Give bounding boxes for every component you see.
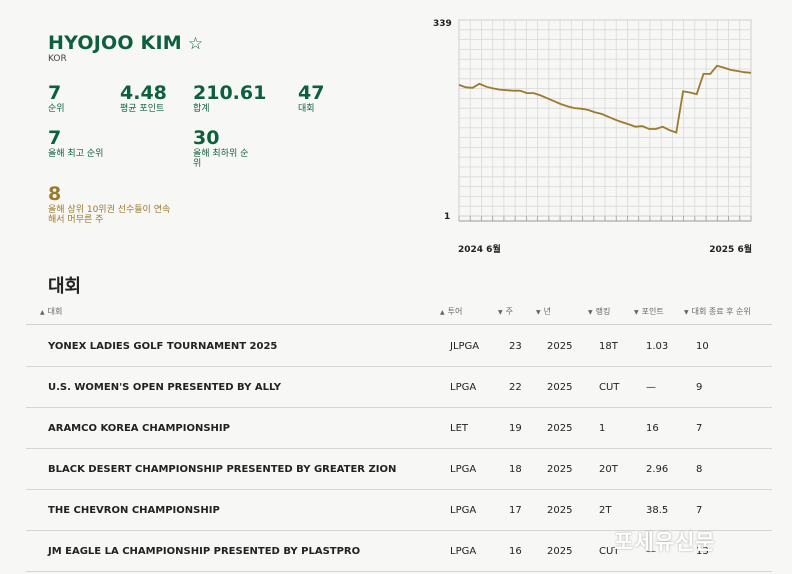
header-tournament[interactable]: ▲ 대회 — [40, 306, 62, 317]
cell-week: 16 — [509, 546, 522, 557]
cell-week: 22 — [509, 382, 522, 393]
cell-tournament: U.S. WOMEN'S OPEN PRESENTED BY ALLY — [48, 382, 282, 393]
cell-week: 18 — [509, 464, 522, 475]
stat-best-rank-label: 올해 최고 순위 — [48, 149, 104, 159]
table-row[interactable]: ARAMCO KOREA CHAMPIONSHIP LET 19 2025 1 16 7 — [26, 408, 772, 449]
stat-avg-points: 4.48 평균 포인트 — [120, 82, 167, 114]
header-week-label: 주 — [505, 307, 513, 316]
cell-tour: LPGA — [450, 505, 477, 516]
player-name-text: HYOJOO KIM — [48, 32, 182, 54]
stat-avg-points-value: 4.48 — [120, 82, 167, 104]
header-tournament-label: 대회 — [47, 307, 63, 316]
cell-ranking: CUT — [599, 382, 620, 393]
cell-tour: LPGA — [450, 382, 477, 393]
cell-week: 17 — [509, 505, 522, 516]
stat-rank-value: 7 — [48, 82, 62, 104]
table-header: ▲ 대회 ▲ 투어 ▼ 주 ▼ 년 ▼ 랭킹 ▼ 포인트 ▼ 대회 종료 후 순위 — [26, 302, 772, 325]
cell-week: 19 — [509, 423, 522, 434]
y-axis-bottom-label: 1 — [444, 212, 450, 222]
cell-ranking: 18T — [599, 341, 618, 352]
header-tour-label: 투어 — [447, 307, 463, 316]
header-tour[interactable]: ▲ 투어 — [440, 306, 462, 317]
cell-tour: LPGA — [450, 546, 477, 557]
stat-worst-rank: 30 올해 최하위 순위 — [193, 127, 249, 169]
cell-rank-after: 8 — [696, 464, 703, 475]
stat-top10-weeks-label: 올해 상위 10위권 선수들이 연속해서 머무른 주 — [48, 205, 171, 225]
cell-ranking: 1 — [599, 423, 606, 434]
header-rank-after[interactable]: ▼ 대회 종료 후 순위 — [684, 306, 751, 317]
cell-ranking: 2T — [599, 505, 612, 516]
stat-total: 210.61 합계 — [193, 82, 266, 114]
stat-events: 47 대회 — [298, 82, 324, 114]
cell-year: 2025 — [547, 341, 573, 352]
header-week[interactable]: ▼ 주 — [498, 306, 513, 317]
cell-tour: JLPGA — [450, 341, 480, 352]
cell-week: 23 — [509, 341, 522, 352]
cell-tour: LET — [450, 423, 468, 434]
player-country: KOR — [48, 54, 67, 64]
cell-points: 16 — [646, 423, 659, 434]
cell-tournament: BLACK DESERT CHAMPIONSHIP PRESENTED BY G… — [48, 464, 397, 475]
stat-best-rank-value: 7 — [48, 127, 62, 149]
table-row[interactable]: BLACK DESERT CHAMPIONSHIP PRESENTED BY G… — [26, 449, 772, 490]
stat-total-value: 210.61 — [193, 82, 267, 104]
stat-rank-label: 순위 — [48, 104, 65, 114]
stat-best-rank: 7 올해 최고 순위 — [48, 127, 108, 159]
cell-rank-after: 10 — [696, 341, 709, 352]
stat-top10-weeks-value: 8 — [48, 183, 62, 205]
cell-rank-after: 9 — [696, 382, 703, 393]
cell-ranking: 20T — [599, 464, 618, 475]
stat-rank: 7 순위 — [48, 82, 65, 114]
cell-rank-after: 7 — [696, 505, 703, 516]
cell-year: 2025 — [547, 382, 573, 393]
cell-tournament: JM EAGLE LA CHAMPIONSHIP PRESENTED BY PL… — [48, 546, 361, 557]
cell-points: — — [646, 382, 656, 393]
stat-events-label: 대회 — [298, 104, 315, 114]
cell-year: 2025 — [547, 546, 573, 557]
stat-worst-rank-value: 30 — [193, 127, 220, 149]
stat-avg-points-label: 평균 포인트 — [120, 104, 165, 114]
cell-tournament: YONEX LADIES GOLF TOURNAMENT 2025 — [48, 341, 278, 352]
header-points-label: 포인트 — [641, 307, 664, 316]
header-year[interactable]: ▼ 년 — [536, 306, 551, 317]
table-row[interactable]: YONEX LADIES GOLF TOURNAMENT 2025 JLPGA 23… — [26, 326, 772, 367]
stat-events-value: 47 — [298, 82, 325, 104]
cell-tournament: THE CHEVRON CHAMPIONSHIP — [48, 505, 220, 516]
y-axis-top-label: 339 — [433, 19, 452, 29]
chart-grid — [458, 19, 752, 222]
cell-year: 2025 — [547, 464, 573, 475]
header-ranking[interactable]: ▼ 랭킹 — [588, 306, 610, 317]
stat-total-label: 합계 — [193, 104, 210, 114]
x-axis-end-label: 2025 6월 — [709, 243, 752, 255]
tournaments-section-title: 대회 — [48, 276, 82, 297]
player-name: HYOJOO KIM ☆ — [48, 32, 203, 54]
cell-tour: LPGA — [450, 464, 477, 475]
x-axis-start-label: 2024 6월 — [458, 243, 501, 255]
cell-points: 2.96 — [646, 464, 669, 475]
cell-year: 2025 — [547, 423, 573, 434]
stat-worst-rank-label: 올해 최하위 순위 — [193, 149, 249, 169]
cell-points: 1.03 — [646, 341, 669, 352]
header-rank-after-label: 대회 종료 후 순위 — [691, 307, 751, 316]
cell-tournament: ARAMCO KOREA CHAMPIONSHIP — [48, 423, 230, 434]
ranking-history-chart: 339 1 2024 6월 2025 6월 — [433, 19, 752, 255]
stat-top10-weeks: 8 올해 상위 10위권 선수들이 연속해서 머무른 주 — [48, 183, 176, 225]
header-ranking-label: 랭킹 — [595, 307, 611, 316]
header-year-label: 년 — [543, 307, 551, 316]
table-row[interactable]: THE CHEVRON CHAMPIONSHIP LPGA 17 2025 2T 38.5… — [26, 490, 772, 531]
watermark-logo: 포세유신문 — [614, 530, 716, 554]
cell-year: 2025 — [547, 505, 573, 516]
header-points[interactable]: ▼ 포인트 — [634, 306, 664, 317]
cell-points: 38.5 — [646, 505, 669, 516]
favorite-star-icon[interactable]: ☆ — [188, 34, 203, 54]
cell-rank-after: 7 — [696, 423, 703, 434]
table-row[interactable]: U.S. WOMEN'S OPEN PRESENTED BY ALLY LPGA 2… — [26, 367, 772, 408]
